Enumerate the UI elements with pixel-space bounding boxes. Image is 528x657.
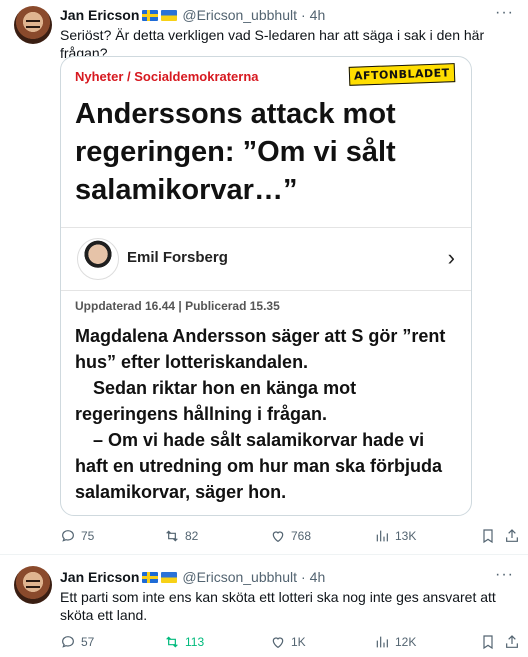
article-author-name: Emil Forsberg: [127, 249, 228, 266]
author-name[interactable]: Jan Ericson: [60, 7, 139, 23]
reply-icon: [62, 530, 74, 542]
ukraine-flag-icon: [161, 571, 178, 583]
repost-icon: [166, 530, 178, 542]
view-count: 12K: [395, 635, 417, 649]
author-photo: [77, 238, 119, 280]
like-count: 1K: [291, 635, 306, 649]
bookmark-button[interactable]: [480, 634, 496, 650]
tweet-2[interactable]: Jan Ericson @Ericson_ubbhult · 4h ··· Et…: [0, 556, 528, 657]
like-button[interactable]: 1K: [270, 634, 306, 650]
article-kicker: Nyheter / Socialdemokraterna: [75, 69, 259, 84]
timestamp[interactable]: 4h: [310, 7, 326, 23]
like-count: 768: [291, 529, 312, 543]
view-count: 13K: [395, 529, 417, 543]
article-card[interactable]: Nyheter / Socialdemokraterna AFTONBLADET…: [60, 56, 472, 516]
share-icon: [506, 529, 518, 542]
bar-chart-icon: [376, 530, 388, 542]
article-meta: Uppdaterad 16.44 | Publicerad 15.35: [75, 299, 280, 313]
lead-paragraph: – Om vi hade sålt salamikorvar hade vi h…: [75, 430, 443, 502]
share-icon: [506, 635, 518, 648]
avatar[interactable]: [14, 566, 52, 604]
tweet-actions: 75 82 768 13K: [60, 528, 520, 546]
ukraine-flag-icon: [161, 9, 178, 21]
repost-icon: [166, 636, 178, 648]
more-options-icon[interactable]: ···: [495, 4, 514, 22]
repost-button[interactable]: 113: [164, 634, 204, 650]
more-options-icon[interactable]: ···: [495, 566, 514, 584]
tweet-header: Jan Ericson @Ericson_ubbhult · 4h: [60, 568, 325, 586]
tweet-text: Ett parti som inte ens kan sköta ett lot…: [60, 589, 496, 623]
like-button[interactable]: 768: [270, 528, 311, 544]
author-name[interactable]: Jan Ericson: [60, 569, 139, 585]
lead-paragraph: Sedan riktar hon en känga mot regeringen…: [75, 378, 357, 424]
sweden-flag-icon: [142, 9, 159, 21]
tweet-actions: 57 113 1K 12K: [60, 634, 520, 652]
repost-button[interactable]: 82: [164, 528, 198, 544]
heart-icon: [272, 637, 284, 649]
bookmark-icon: [483, 635, 493, 650]
reply-count: 57: [81, 635, 95, 649]
tweet-1[interactable]: Jan Ericson @Ericson_ubbhult · 4h ··· Se…: [0, 0, 528, 552]
avatar[interactable]: [14, 6, 52, 44]
article-headline: Anderssons attack mot regeringen: ”Om vi…: [75, 98, 396, 206]
reply-button[interactable]: 75: [60, 528, 94, 544]
article-lead: Magdalena Andersson säger att S gör ”ren…: [75, 323, 459, 505]
reply-button[interactable]: 57: [60, 634, 94, 650]
heart-icon: [272, 531, 284, 543]
share-button[interactable]: [504, 634, 520, 650]
bookmark-icon: [483, 529, 493, 544]
reply-icon: [62, 636, 74, 648]
article-author-bar[interactable]: Emil Forsberg ›: [61, 227, 471, 291]
author-handle[interactable]: @Ericson_ubbhult: [182, 569, 297, 585]
views-button[interactable]: 12K: [374, 634, 416, 650]
bar-chart-icon: [376, 636, 388, 648]
views-button[interactable]: 13K: [374, 528, 416, 544]
repost-count: 113: [185, 635, 205, 649]
tweet-divider: [0, 554, 528, 555]
author-handle[interactable]: @Ericson_ubbhult: [182, 7, 297, 23]
chevron-right-icon: ›: [447, 245, 455, 270]
sweden-flag-icon: [142, 571, 159, 583]
lead-paragraph: Magdalena Andersson säger att S gör ”ren…: [75, 326, 446, 372]
tweet-header: Jan Ericson @Ericson_ubbhult · 4h: [60, 6, 325, 24]
aftonbladet-logo: AFTONBLADET: [349, 63, 456, 86]
bookmark-button[interactable]: [480, 528, 496, 544]
timestamp[interactable]: 4h: [310, 569, 326, 585]
share-button[interactable]: [504, 528, 520, 544]
separator-dot: ·: [301, 7, 306, 23]
repost-count: 82: [185, 529, 199, 543]
reply-count: 75: [81, 529, 95, 543]
separator-dot: ·: [301, 569, 306, 585]
